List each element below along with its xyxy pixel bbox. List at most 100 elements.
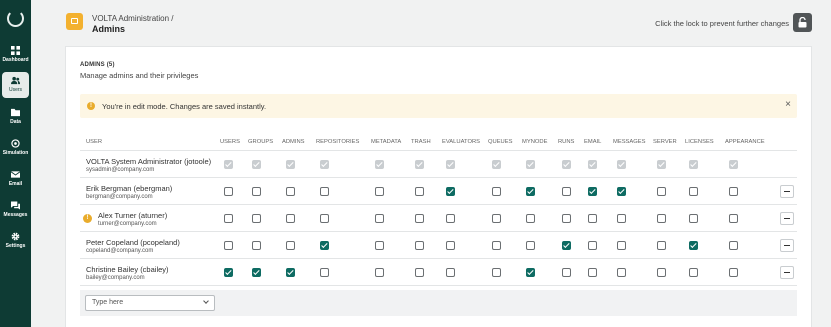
table-header: USER USERS GROUPS ADMINS REPOSITORIES METADA… (80, 135, 797, 151)
permission-checkbox-metadata[interactable] (375, 241, 384, 250)
page-header: VOLTA Administration / Admins Click the … (31, 0, 831, 46)
user-name: VOLTA System Administrator (jotoole) (86, 157, 212, 166)
permission-checkbox-licenses[interactable] (689, 241, 698, 250)
permission-checkbox-metadata[interactable] (375, 187, 384, 196)
permission-checkbox-licenses[interactable] (689, 187, 698, 196)
sidebar-item-data[interactable]: Data (0, 104, 31, 130)
sidebar-item-label: Settings (5, 243, 26, 249)
lock-button[interactable] (793, 13, 812, 32)
permission-checkbox-email[interactable] (588, 241, 597, 250)
user-name: Alex Turner (aturner) (98, 211, 168, 220)
permission-checkbox-appearance[interactable] (729, 268, 738, 277)
permission-checkbox-repositories[interactable] (320, 214, 329, 223)
permission-checkbox-email[interactable] (588, 268, 597, 277)
sidebar-item-dashboard[interactable]: Dashboard (0, 42, 31, 68)
remove-admin-button[interactable] (780, 239, 794, 252)
permission-checkbox-appearance[interactable] (729, 241, 738, 250)
sidebar-item-messages[interactable]: Messages (0, 197, 31, 223)
permission-checkbox-queues[interactable] (492, 268, 501, 277)
permission-checkbox-repositories[interactable] (320, 268, 329, 277)
permission-checkbox-messages[interactable] (617, 187, 626, 196)
permission-checkbox-email[interactable] (588, 187, 597, 196)
permission-checkbox-admins[interactable] (286, 268, 295, 277)
permission-checkbox-appearance (729, 160, 738, 169)
add-admin-row: Type here (80, 290, 797, 316)
permission-checkbox-messages[interactable] (617, 268, 626, 277)
permission-checkbox-mynode[interactable] (526, 268, 535, 277)
permission-checkbox-admins[interactable] (286, 241, 295, 250)
column-header-email: EMAIL (584, 139, 602, 145)
permission-checkbox-server[interactable] (657, 241, 666, 250)
users-icon (11, 76, 20, 85)
admins-card: ADMINS (5) Manage admins and their privi… (65, 46, 812, 327)
permission-checkbox-users[interactable] (224, 214, 233, 223)
permission-checkbox-server[interactable] (657, 268, 666, 277)
sidebar-item-users[interactable]: Users (2, 72, 29, 98)
permission-checkbox-users[interactable] (224, 187, 233, 196)
permission-checkbox-mynode (526, 160, 535, 169)
permission-checkbox-users[interactable] (224, 241, 233, 250)
sidebar-item-simulation[interactable]: Simulation (0, 135, 31, 161)
close-icon[interactable]: × (785, 100, 791, 110)
permission-checkbox-runs[interactable] (562, 187, 571, 196)
remove-admin-button[interactable] (780, 185, 794, 198)
permission-checkbox-mynode[interactable] (526, 241, 535, 250)
permission-checkbox-trash[interactable] (415, 187, 424, 196)
permission-checkbox-trash[interactable] (415, 241, 424, 250)
sidebar-item-email[interactable]: Email (0, 166, 31, 192)
permission-checkbox-groups[interactable] (252, 241, 261, 250)
column-header-trash: TRASH (411, 139, 431, 145)
permission-checkbox-queues[interactable] (492, 214, 501, 223)
breadcrumb[interactable]: VOLTA Administration / (92, 14, 174, 23)
permission-checkbox-licenses[interactable] (689, 214, 698, 223)
permission-checkbox-appearance[interactable] (729, 214, 738, 223)
permission-checkbox-metadata[interactable] (375, 268, 384, 277)
permission-checkbox-evaluators[interactable] (446, 214, 455, 223)
user-email: copeland@company.com (86, 248, 154, 254)
permission-checkbox-evaluators[interactable] (446, 268, 455, 277)
permission-checkbox-users (224, 160, 233, 169)
permission-checkbox-runs[interactable] (562, 214, 571, 223)
permission-checkbox-admins[interactable] (286, 187, 295, 196)
permission-checkbox-users[interactable] (224, 268, 233, 277)
permission-checkbox-trash[interactable] (415, 268, 424, 277)
permission-checkbox-repositories[interactable] (320, 187, 329, 196)
warning-icon: ! (83, 214, 92, 223)
column-header-appearance: APPEARANCE (725, 139, 765, 145)
permission-checkbox-groups[interactable] (252, 268, 261, 277)
table-row: Peter Copeland (pcopeland) copeland@compa… (80, 232, 797, 259)
permission-checkbox-runs[interactable] (562, 268, 571, 277)
sidebar: Dashboard Users Data Simulation Email Me… (0, 0, 31, 327)
permission-checkbox-evaluators[interactable] (446, 187, 455, 196)
permission-checkbox-queues[interactable] (492, 187, 501, 196)
permission-checkbox-repositories[interactable] (320, 241, 329, 250)
sidebar-item-settings[interactable]: Settings (0, 228, 31, 254)
sidebar-item-label: Email (8, 181, 23, 187)
permission-checkbox-evaluators[interactable] (446, 241, 455, 250)
permission-checkbox-metadata[interactable] (375, 214, 384, 223)
permission-checkbox-queues[interactable] (492, 241, 501, 250)
remove-admin-button[interactable] (780, 266, 794, 279)
permission-checkbox-server[interactable] (657, 187, 666, 196)
section-subtitle: Manage admins and their privileges (80, 71, 199, 80)
add-user-select[interactable]: Type here (85, 295, 215, 311)
table-row: Christine Bailey (cbailey) bailey@company… (80, 259, 797, 286)
permission-checkbox-mynode[interactable] (526, 187, 535, 196)
permission-checkbox-appearance[interactable] (729, 187, 738, 196)
permission-checkbox-trash (415, 160, 424, 169)
permission-checkbox-runs[interactable] (562, 241, 571, 250)
permission-checkbox-server[interactable] (657, 214, 666, 223)
sidebar-item-label: Users (8, 87, 23, 93)
permission-checkbox-queues (492, 160, 501, 169)
permission-checkbox-admins[interactable] (286, 214, 295, 223)
user-email: turner@company.com (98, 221, 157, 227)
permission-checkbox-trash[interactable] (415, 214, 424, 223)
permission-checkbox-messages[interactable] (617, 241, 626, 250)
permission-checkbox-groups[interactable] (252, 214, 261, 223)
remove-admin-button[interactable] (780, 212, 794, 225)
permission-checkbox-groups[interactable] (252, 187, 261, 196)
permission-checkbox-messages[interactable] (617, 214, 626, 223)
permission-checkbox-licenses[interactable] (689, 268, 698, 277)
permission-checkbox-email[interactable] (588, 214, 597, 223)
permission-checkbox-mynode[interactable] (526, 214, 535, 223)
